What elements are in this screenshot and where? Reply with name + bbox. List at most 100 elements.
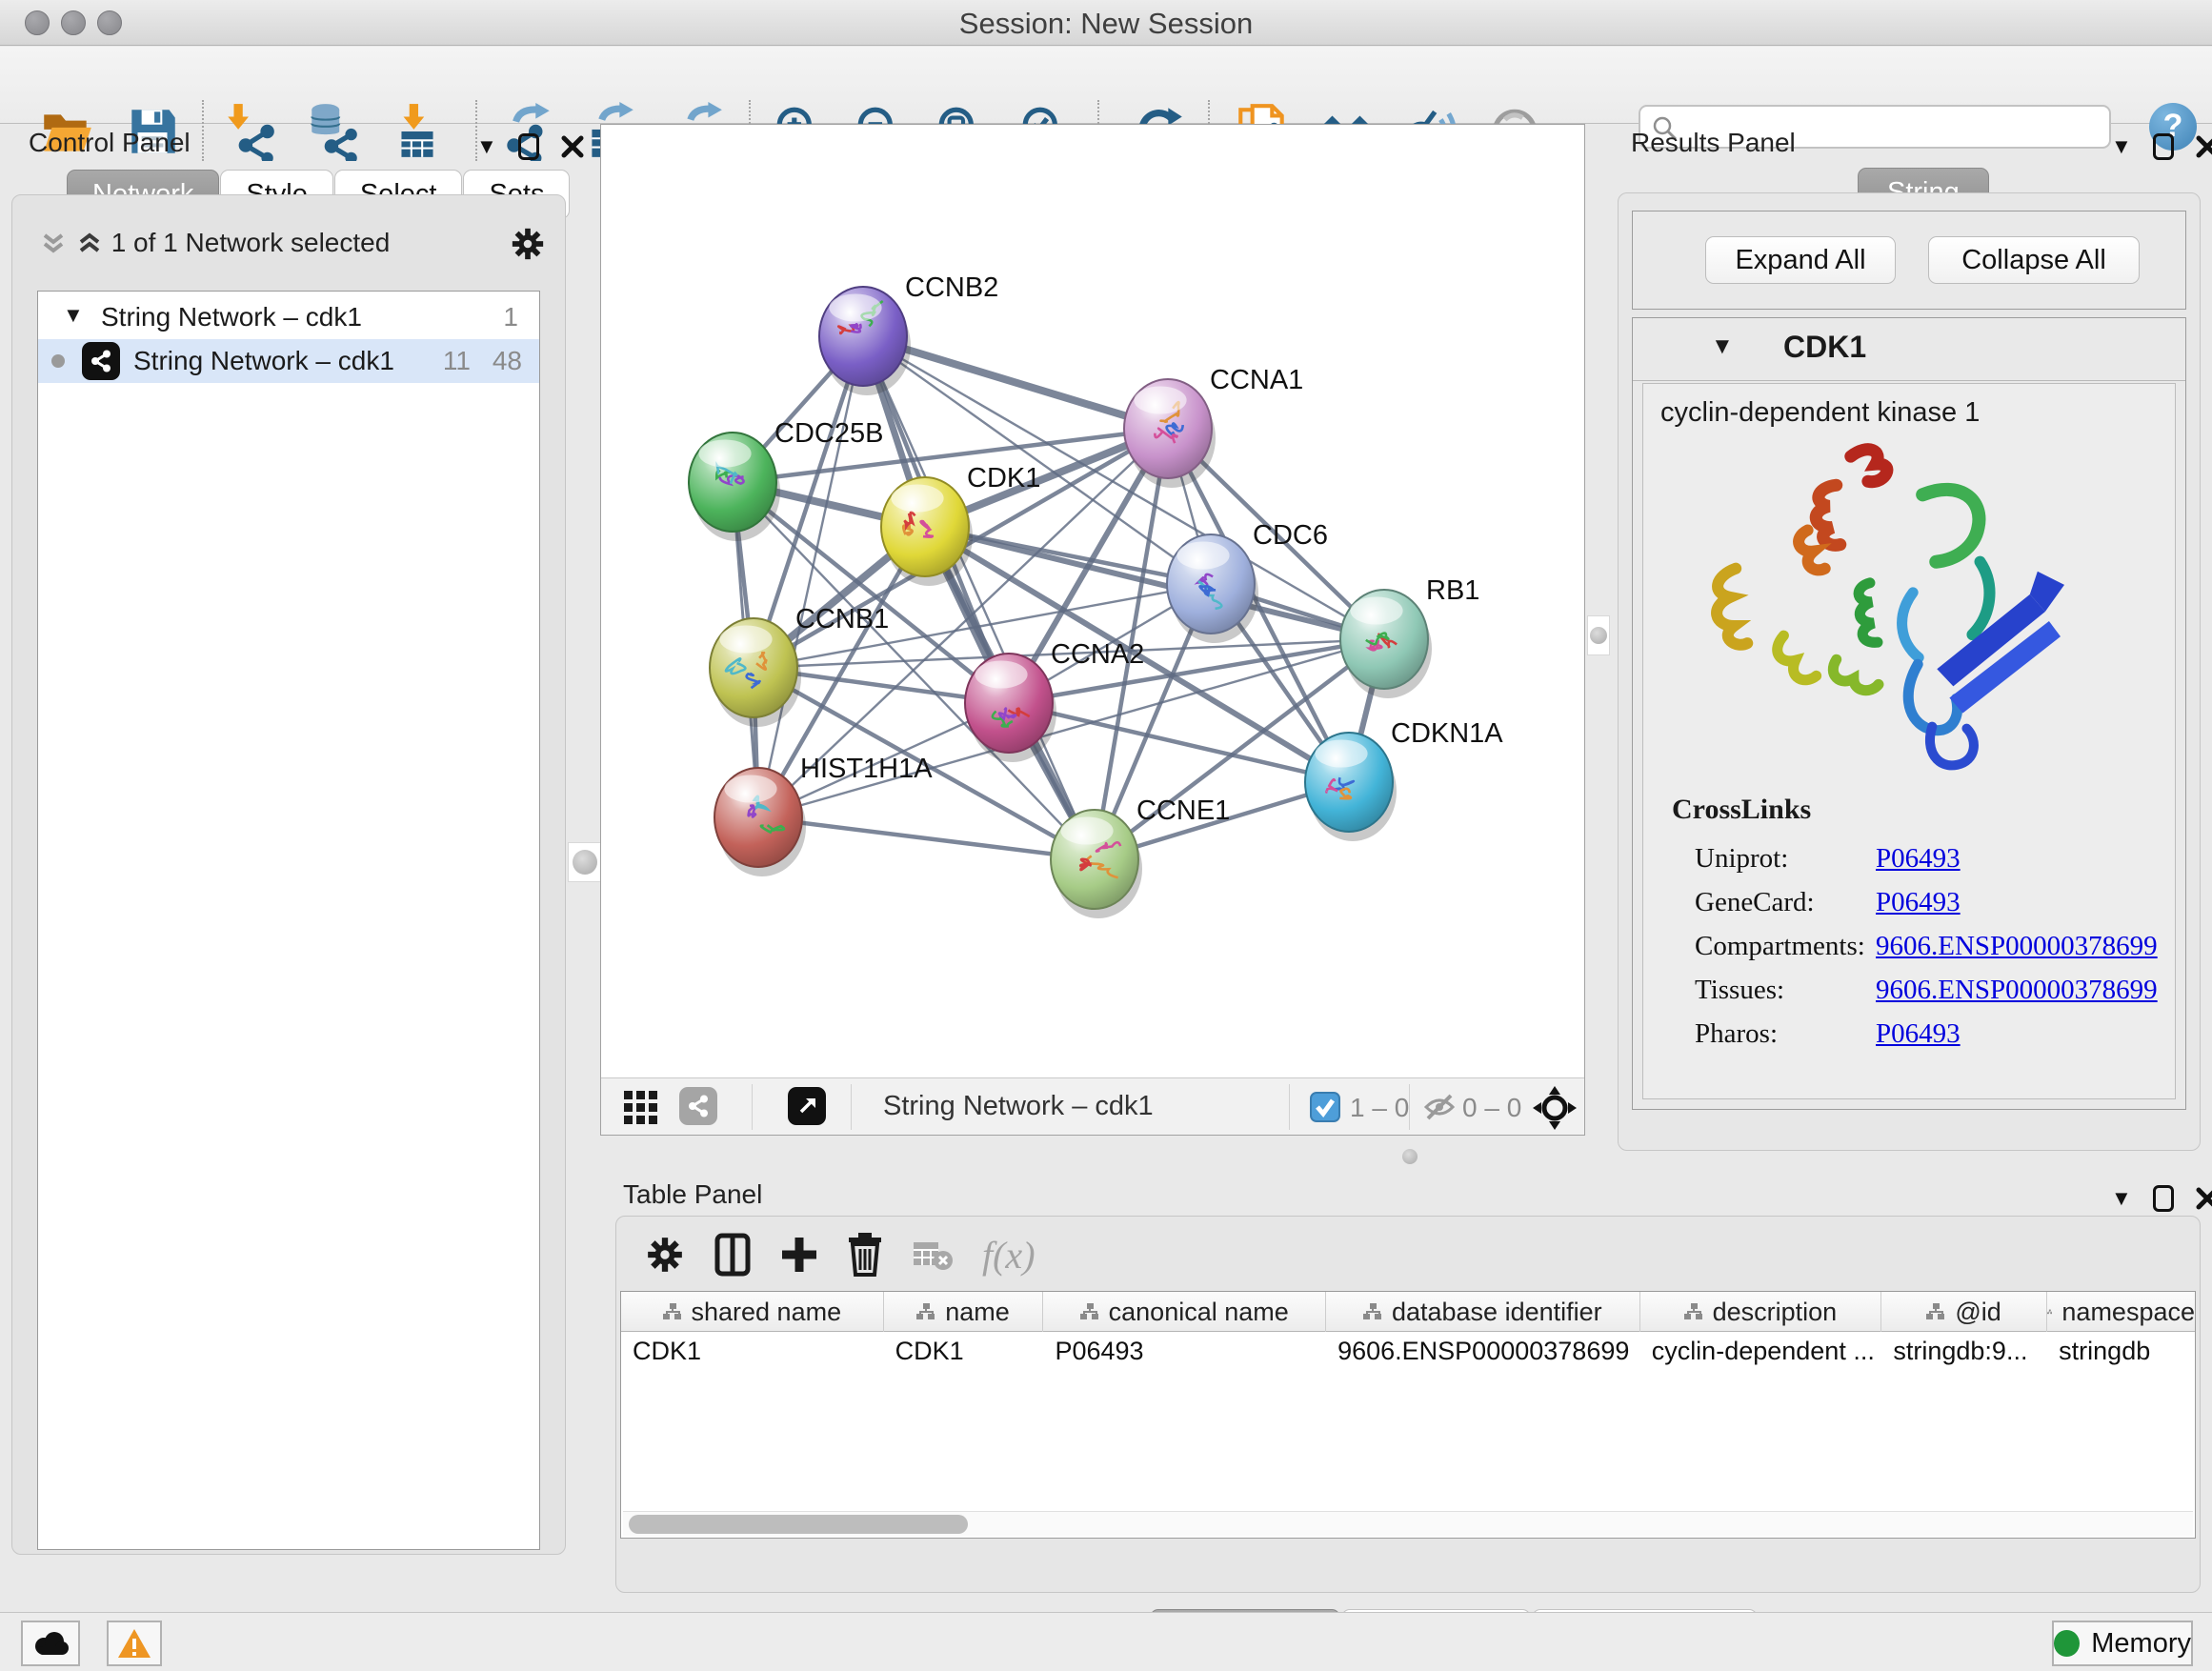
cloud-icon [31, 1630, 70, 1657]
genecard-link[interactable]: P06493 [1876, 887, 1961, 918]
collection-label: String Network – cdk1 [101, 302, 362, 332]
float-panel-icon[interactable] [518, 133, 539, 160]
crosslink-label: Compartments: [1695, 931, 1865, 962]
memory-button[interactable]: Memory [2052, 1621, 2193, 1666]
panel-menu-icon[interactable]: ▼ [476, 136, 497, 157]
node-label: CCNB2 [905, 272, 998, 303]
collection-expand-icon[interactable]: ▼ [63, 303, 84, 328]
float-panel-icon[interactable] [2153, 1185, 2174, 1212]
warning-status-button[interactable] [107, 1621, 162, 1666]
network-edge-count: 48 [493, 346, 522, 376]
node-result-box: ▼ CDK1 cyclin-dependent kinase 1 [1632, 317, 2186, 1110]
function-builder-icon[interactable]: f(x) [982, 1233, 1036, 1278]
network-canvas[interactable]: CCNB2CCNA1CDC25BCDK1CDC6RB1CCNB1CCNA2CDK… [601, 125, 1584, 1077]
string-results-content: Expand All Collapse All ▼ CDK1 cyclin-de… [1618, 192, 2201, 1151]
network-tree: ▼ String Network – cdk1 1 String Network… [37, 291, 540, 1550]
crosslink-label: Pharos: [1695, 1018, 1778, 1050]
node-label: RB1 [1426, 575, 1479, 606]
node-table-content: f(x) shared name name canonical name dat… [615, 1216, 2201, 1593]
cloud-status-button[interactable] [21, 1621, 80, 1666]
network-view-toolbar: String Network – cdk1 1 – 0 0 – 0 [601, 1077, 1584, 1135]
float-panel-icon[interactable] [2153, 133, 2174, 160]
control-panel-title: Control Panel [29, 128, 191, 158]
node-label: CDK1 [967, 463, 1040, 493]
selected-counter: 1 – 0 [1350, 1093, 1409, 1123]
pan-crosshair-icon[interactable] [1533, 1086, 1577, 1130]
network-view-mode-icon[interactable] [679, 1087, 717, 1125]
show-columns-icon[interactable] [714, 1233, 752, 1277]
column-header[interactable]: @id [1881, 1292, 2047, 1332]
control-panel: Control Panel ▼ Network Style Select Set… [8, 126, 570, 1557]
warning-icon [117, 1628, 151, 1659]
network-type-icon [82, 342, 120, 380]
node-label: CDKN1A [1391, 718, 1503, 749]
expand-collapse-box: Expand All Collapse All [1632, 211, 2186, 310]
network-selection-status: 1 of 1 Network selected [12, 228, 489, 258]
delete-table-icon[interactable] [912, 1238, 954, 1271]
result-node-name: CDK1 [1783, 330, 1866, 365]
protein-structure-image [1689, 439, 2080, 794]
network-label: String Network – cdk1 [133, 346, 394, 376]
add-column-icon[interactable] [780, 1236, 818, 1274]
memory-label: Memory [2091, 1628, 2191, 1660]
table-options-gear-icon[interactable] [645, 1235, 685, 1275]
compartments-link[interactable]: 9606.ENSP00000378699 [1876, 931, 2158, 962]
table-panel-title: Table Panel [623, 1179, 762, 1210]
table-header-row: shared name name canonical name database… [621, 1292, 2195, 1332]
close-panel-icon[interactable] [560, 134, 585, 159]
node-label: CCNE1 [1136, 795, 1230, 826]
grid-mode-icon[interactable] [622, 1089, 660, 1127]
column-header[interactable]: database identifier [1326, 1292, 1640, 1332]
crosslink-label: GeneCard: [1695, 887, 1815, 918]
column-header[interactable]: name [884, 1292, 1044, 1332]
crosslink-label: Tissues: [1695, 975, 1784, 1006]
collapse-all-button[interactable]: Collapse All [1928, 236, 2140, 284]
node-result-header[interactable]: ▼ CDK1 [1633, 318, 2185, 381]
node-label: CDC25B [774, 418, 883, 449]
horizontal-splitter-handle[interactable] [1402, 1149, 1418, 1164]
expand-all-button[interactable]: Expand All [1705, 236, 1896, 284]
current-network-indicator [51, 354, 65, 368]
network-row-selected[interactable]: String Network – cdk1 11 48 [38, 339, 539, 383]
close-panel-icon[interactable] [2195, 1186, 2212, 1211]
network-node-count: 11 [443, 346, 471, 376]
column-header[interactable]: namespace [2047, 1292, 2195, 1332]
memory-status-indicator [2054, 1630, 2080, 1657]
node-label: CCNA2 [1051, 639, 1144, 670]
main-toolbar: ? [0, 47, 2212, 124]
tissues-link[interactable]: 9606.ENSP00000378699 [1876, 975, 2158, 1006]
column-header[interactable]: shared name [621, 1292, 884, 1332]
column-header[interactable]: canonical name [1043, 1292, 1326, 1332]
node-label: HIST1H1A [800, 754, 933, 784]
hidden-eye-slash-icon[interactable] [1422, 1092, 1457, 1122]
titlebar: Session: New Session [0, 0, 2212, 46]
crosslink-label: Uniprot: [1695, 843, 1788, 875]
hidden-counter: 0 – 0 [1462, 1093, 1521, 1123]
birds-eye-view-icon[interactable] [788, 1087, 826, 1125]
close-panel-icon[interactable] [2195, 134, 2212, 159]
panel-menu-icon[interactable]: ▼ [2111, 1188, 2132, 1209]
table-panel: Table Panel ▼ f(x) shared name name cano… [593, 1166, 2212, 1612]
panel-menu-icon[interactable]: ▼ [2111, 136, 2132, 157]
delete-column-icon[interactable] [847, 1233, 883, 1277]
scrollbar-thumb[interactable] [629, 1515, 968, 1534]
selected-checkbox-icon[interactable] [1310, 1092, 1340, 1122]
right-splitter-handle[interactable] [1587, 615, 1610, 655]
node-result-content: cyclin-dependent kinase 1 [1642, 383, 2176, 1099]
network-collection-row[interactable]: ▼ String Network – cdk1 1 [38, 295, 539, 339]
window-title: Session: New Session [0, 7, 2212, 41]
uniprot-link[interactable]: P06493 [1876, 843, 1961, 875]
collapse-entry-icon[interactable]: ▼ [1711, 333, 1734, 360]
status-bar: Memory [0, 1612, 2212, 1671]
column-header[interactable]: description [1640, 1292, 1882, 1332]
table-horizontal-scrollbar[interactable] [623, 1511, 2193, 1536]
application-window: Session: New Session [0, 0, 2212, 1671]
node-description: cyclin-dependent kinase 1 [1660, 397, 1980, 429]
left-splitter-handle[interactable] [568, 842, 602, 882]
pharos-link[interactable]: P06493 [1876, 1018, 1961, 1050]
table-row[interactable]: CDK1 CDK1 P06493 9606.ENSP00000378699 cy… [621, 1332, 2195, 1372]
network-options-gear-icon[interactable] [510, 226, 546, 262]
node-label: CCNA1 [1210, 365, 1303, 395]
node-label: CCNB1 [795, 604, 889, 634]
node-table: shared name name canonical name database… [620, 1291, 2196, 1539]
